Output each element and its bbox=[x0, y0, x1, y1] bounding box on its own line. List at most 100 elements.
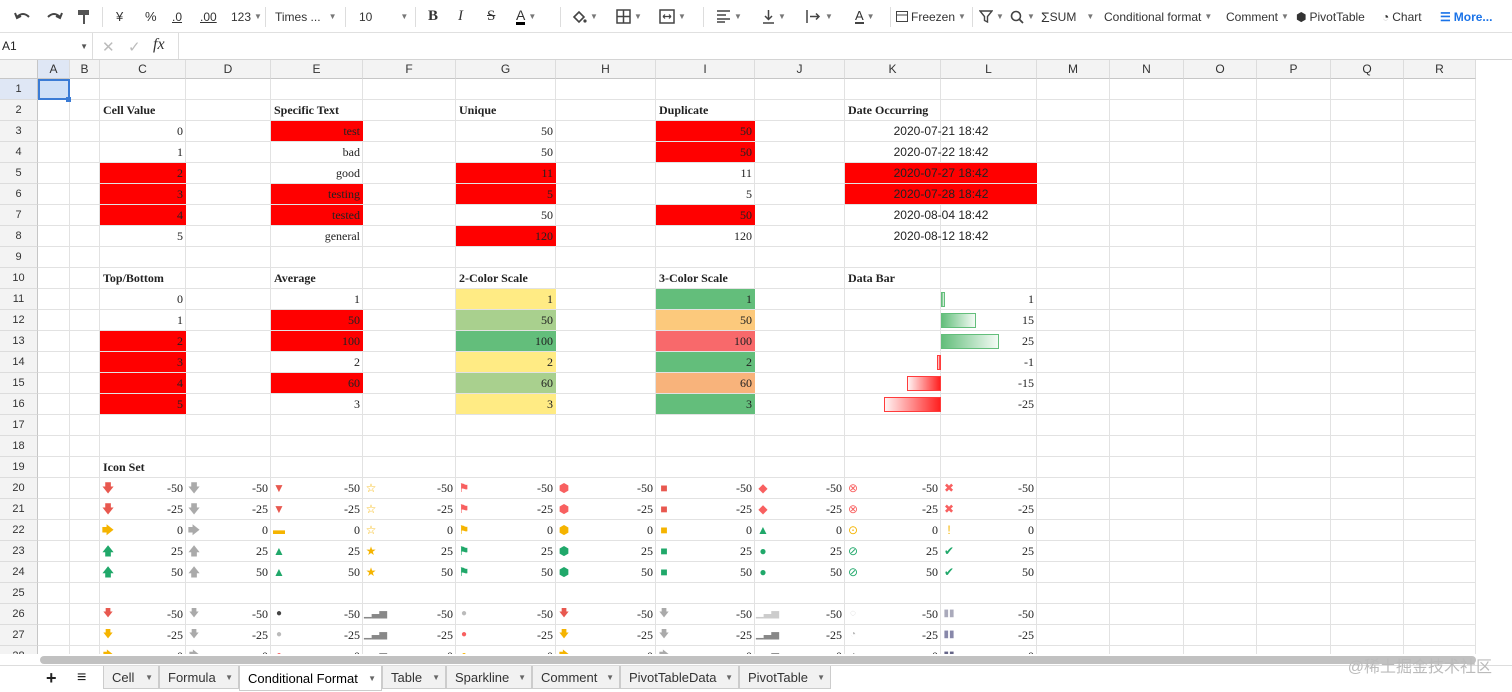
icon-set-cell[interactable]: -50 bbox=[656, 478, 755, 498]
header-three-color-scale[interactable]: 3-Color Scale bbox=[656, 268, 836, 288]
two-color-cell[interactable]: 2 bbox=[456, 352, 556, 372]
two-color-cell[interactable]: 3 bbox=[456, 394, 556, 414]
icon-set-cell[interactable]: 0 bbox=[755, 646, 845, 655]
column-header-n[interactable]: N bbox=[1110, 60, 1184, 79]
cell-value-cell[interactable]: 2 bbox=[100, 163, 186, 183]
sheet-tab-pivottable[interactable]: PivotTable ▼ bbox=[739, 666, 831, 689]
chevron-down-icon[interactable]: ▼ bbox=[225, 673, 233, 682]
icon-set-cell[interactable]: -50 bbox=[656, 604, 755, 624]
more-button[interactable]: ☰ More... bbox=[1440, 0, 1492, 33]
vertical-align-button[interactable]: ▼ bbox=[762, 0, 786, 33]
duplicate-cell[interactable]: 50 bbox=[656, 121, 755, 141]
data-bar-cell[interactable]: 25 bbox=[941, 331, 1037, 351]
column-header-m[interactable]: M bbox=[1037, 60, 1110, 79]
font-color-button[interactable]: A ▼ bbox=[516, 0, 536, 33]
merge-cells-button[interactable]: ▼ bbox=[659, 0, 686, 33]
icon-set-cell[interactable]: 0 bbox=[755, 520, 845, 540]
fill-handle[interactable] bbox=[66, 97, 71, 102]
icon-set-cell[interactable]: -50 bbox=[456, 604, 556, 624]
row-header-10[interactable]: 10 bbox=[0, 268, 38, 289]
header-unique[interactable]: Unique bbox=[456, 100, 646, 120]
cell-value-cell[interactable]: 4 bbox=[100, 205, 186, 225]
cell-value-cell[interactable]: 5 bbox=[100, 226, 186, 246]
duplicate-cell[interactable]: 120 bbox=[656, 226, 755, 246]
icon-set-cell[interactable]: -50 bbox=[755, 604, 845, 624]
column-header-c[interactable]: C bbox=[100, 60, 186, 79]
row-header-25[interactable]: 25 bbox=[0, 583, 38, 604]
row-header-7[interactable]: 7 bbox=[0, 205, 38, 226]
specific-text-cell[interactable]: general bbox=[271, 226, 363, 246]
header-top-bottom[interactable]: Top/Bottom bbox=[100, 268, 270, 288]
icon-set-cell[interactable]: 0 bbox=[271, 520, 363, 540]
average-cell[interactable]: 100 bbox=[271, 331, 363, 351]
data-bar-cell[interactable]: -1 bbox=[941, 352, 1037, 372]
icon-set-cell[interactable]: -25 bbox=[186, 499, 271, 519]
icon-set-cell[interactable]: -25 bbox=[656, 625, 755, 645]
font-size-select[interactable]: 10 ▼ bbox=[359, 0, 408, 33]
icon-set-cell[interactable]: -50 bbox=[271, 478, 363, 498]
fill-color-button[interactable]: ▼ bbox=[571, 0, 598, 33]
row-header-15[interactable]: 15 bbox=[0, 373, 38, 394]
column-header-p[interactable]: P bbox=[1257, 60, 1331, 79]
filter-button[interactable]: ▼ bbox=[979, 0, 1004, 33]
icon-set-cell[interactable]: 50 bbox=[755, 562, 845, 582]
icon-set-cell[interactable]: -50 bbox=[186, 604, 271, 624]
icon-set-cell[interactable]: -50 bbox=[271, 604, 363, 624]
redo-icon[interactable] bbox=[45, 0, 63, 33]
icon-set-cell[interactable]: 25 bbox=[186, 541, 271, 561]
icon-set-cell[interactable]: -50 bbox=[100, 478, 186, 498]
sheet-tab-formula[interactable]: Formula ▼ bbox=[159, 666, 239, 689]
row-header-14[interactable]: 14 bbox=[0, 352, 38, 373]
icon-set-cell[interactable]: 0 bbox=[363, 520, 456, 540]
undo-icon[interactable] bbox=[14, 0, 32, 33]
top-bottom-cell[interactable]: 2 bbox=[100, 331, 186, 351]
cell-value-cell[interactable]: 3 bbox=[100, 184, 186, 204]
date-cell[interactable]: 2020-07-27 18:42 bbox=[845, 163, 1037, 183]
icon-set-cell[interactable]: 25 bbox=[656, 541, 755, 561]
pivot-table-button[interactable]: ⬢ PivotTable bbox=[1296, 0, 1365, 33]
icon-set-cell[interactable]: 0 bbox=[845, 520, 941, 540]
row-header-11[interactable]: 11 bbox=[0, 289, 38, 310]
date-cell[interactable]: 2020-08-04 18:42 bbox=[845, 205, 1037, 225]
header-cell-value[interactable]: Cell Value bbox=[100, 100, 270, 120]
icon-set-cell[interactable]: 50 bbox=[363, 562, 456, 582]
top-bottom-cell[interactable]: 5 bbox=[100, 394, 186, 414]
duplicate-cell[interactable]: 11 bbox=[656, 163, 755, 183]
icon-set-cell[interactable]: -50 bbox=[456, 478, 556, 498]
column-header-g[interactable]: G bbox=[456, 60, 556, 79]
text-wrap-button[interactable]: ▼ bbox=[806, 0, 833, 33]
data-bar-cell[interactable]: -15 bbox=[941, 373, 1037, 393]
row-header-28[interactable]: 28 bbox=[0, 646, 38, 654]
icon-set-cell[interactable]: 25 bbox=[845, 541, 941, 561]
average-cell[interactable]: 60 bbox=[271, 373, 363, 393]
select-all-corner[interactable] bbox=[0, 60, 38, 79]
icon-set-cell[interactable]: 25 bbox=[363, 541, 456, 561]
row-header-13[interactable]: 13 bbox=[0, 331, 38, 352]
icon-set-cell[interactable]: -50 bbox=[556, 478, 656, 498]
top-bottom-cell[interactable]: 1 bbox=[100, 310, 186, 330]
name-box[interactable]: A1 ▼ bbox=[0, 33, 93, 59]
header-date-occurring[interactable]: Date Occurring bbox=[845, 100, 1035, 120]
row-header-9[interactable]: 9 bbox=[0, 247, 38, 268]
average-cell[interactable]: 1 bbox=[271, 289, 363, 309]
three-color-cell[interactable]: 100 bbox=[656, 331, 755, 351]
duplicate-cell[interactable]: 50 bbox=[656, 205, 755, 225]
date-cell[interactable]: 2020-07-21 18:42 bbox=[845, 121, 1037, 141]
find-button[interactable]: ▼ bbox=[1010, 0, 1035, 33]
date-cell[interactable]: 2020-07-22 18:42 bbox=[845, 142, 1037, 162]
row-header-19[interactable]: 19 bbox=[0, 457, 38, 478]
duplicate-cell[interactable]: 5 bbox=[656, 184, 755, 204]
icon-set-cell[interactable]: 0 bbox=[100, 646, 186, 655]
specific-text-cell[interactable]: test bbox=[271, 121, 363, 141]
data-bar-cell[interactable]: 1 bbox=[941, 289, 1037, 309]
icon-set-cell[interactable]: 25 bbox=[271, 541, 363, 561]
icon-set-cell[interactable]: 25 bbox=[941, 541, 1037, 561]
increase-decimal-button[interactable]: .00 bbox=[200, 0, 217, 33]
row-header-12[interactable]: 12 bbox=[0, 310, 38, 331]
icon-set-cell[interactable]: -25 bbox=[456, 499, 556, 519]
icon-set-cell[interactable]: -50 bbox=[845, 604, 941, 624]
row-header-3[interactable]: 3 bbox=[0, 121, 38, 142]
function-icon[interactable]: fx bbox=[153, 36, 165, 54]
date-cell[interactable]: 2020-08-12 18:42 bbox=[845, 226, 1037, 246]
specific-text-cell[interactable]: good bbox=[271, 163, 363, 183]
